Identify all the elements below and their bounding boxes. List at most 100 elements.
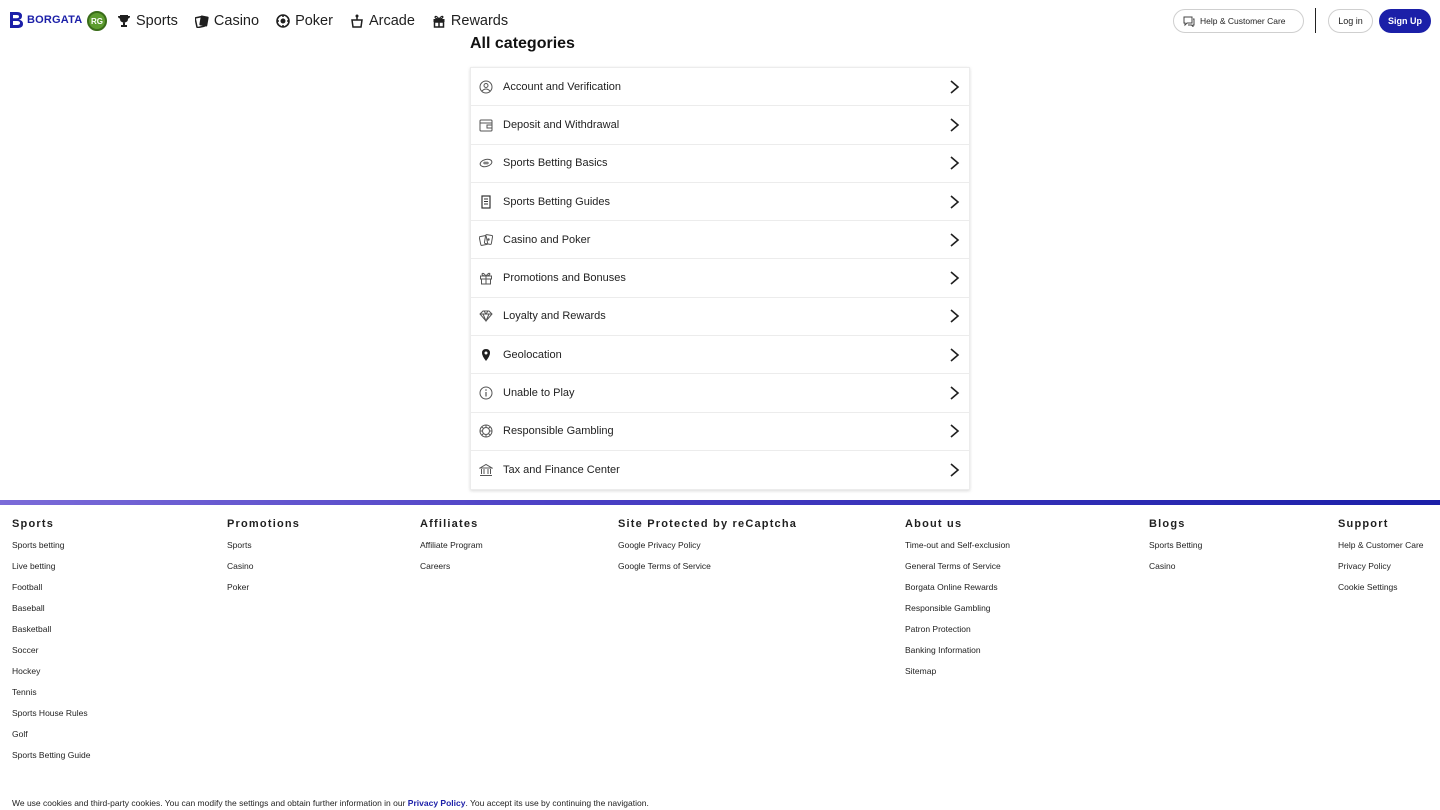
footer-link[interactable]: Golf — [12, 729, 90, 750]
footer-link[interactable]: Sports betting — [12, 540, 90, 561]
footer-column-about: About us Time-out and Self-exclusion Gen… — [905, 518, 1010, 687]
signup-button[interactable]: Sign Up — [1379, 9, 1431, 33]
footer-link[interactable]: Google Terms of Service — [618, 561, 797, 582]
chevron-right-icon — [950, 424, 960, 438]
category-deposit-withdrawal[interactable]: Deposit and Withdrawal — [471, 106, 969, 145]
footer-link[interactable]: Football — [12, 582, 90, 603]
footer-link[interactable]: General Terms of Service — [905, 561, 1010, 582]
chip-icon — [479, 424, 493, 438]
nav-label: Arcade — [368, 13, 415, 29]
footer-link[interactable]: Banking Information — [905, 645, 1010, 666]
chat-icon — [1183, 16, 1195, 27]
footer-link[interactable]: Careers — [420, 561, 483, 582]
cookie-text: We use cookies and third-party cookies. … — [12, 798, 408, 808]
category-list: Account and Verification Deposit and Wit… — [470, 67, 970, 491]
footer-column-recaptcha: Site Protected by reCaptcha Google Priva… — [618, 518, 797, 582]
category-label: Tax and Finance Center — [503, 464, 620, 477]
nav-label: Casino — [213, 13, 260, 29]
footer-link[interactable]: Casino — [227, 561, 300, 582]
footer-heading: Promotions — [227, 518, 301, 530]
bank-icon — [479, 463, 493, 477]
chevron-right-icon — [950, 80, 960, 94]
nav-label: Sports — [136, 13, 178, 29]
footer-link[interactable]: Privacy Policy — [1338, 561, 1424, 582]
diamond-icon — [479, 309, 493, 323]
footer-link[interactable]: Time-out and Self-exclusion — [905, 540, 1010, 561]
footer-link[interactable]: Hockey — [12, 666, 90, 687]
map-pin-icon — [479, 348, 493, 362]
footer-heading: Support — [1338, 518, 1389, 530]
chevron-right-icon — [950, 233, 960, 247]
footer-link[interactable]: Sports — [227, 540, 300, 561]
cookie-notice: We use cookies and third-party cookies. … — [12, 798, 649, 808]
football-icon — [479, 156, 493, 170]
footer-heading: Affiliates — [420, 518, 479, 530]
footer-link[interactable]: Borgata Online Rewards — [905, 582, 1010, 603]
footer-link[interactable]: Sports Betting — [1149, 540, 1202, 561]
chevron-right-icon — [950, 194, 960, 209]
nav-sports[interactable]: Sports — [117, 13, 178, 29]
footer-gradient-bar — [0, 500, 1440, 505]
category-unable-to-play[interactable]: Unable to Play — [471, 374, 969, 413]
arcade-icon — [351, 14, 363, 28]
footer-link[interactable]: Responsible Gambling — [905, 603, 1010, 624]
cards-icon — [194, 15, 209, 28]
page-title: All categories — [470, 35, 575, 52]
chevron-right-icon — [950, 348, 960, 362]
category-sports-betting-basics[interactable]: Sports Betting Basics — [471, 144, 969, 183]
wallet-icon — [479, 118, 493, 132]
footer-link[interactable]: Sports Betting Guide — [12, 750, 90, 771]
footer-link[interactable]: Baseball — [12, 603, 90, 624]
footer-link[interactable]: Cookie Settings — [1338, 582, 1424, 603]
footer-link[interactable]: Casino — [1149, 561, 1202, 582]
category-loyalty-rewards[interactable]: Loyalty and Rewards — [471, 297, 969, 337]
category-label: Account and Verification — [503, 80, 622, 93]
footer-link[interactable]: Sports House Rules — [12, 708, 90, 729]
footer-link[interactable]: Google Privacy Policy — [618, 540, 797, 561]
category-label: Unable to Play — [503, 387, 575, 400]
category-label: Casino and Poker — [503, 233, 591, 246]
category-sports-betting-guides[interactable]: Sports Betting Guides — [471, 182, 969, 222]
category-label: Loyalty and Rewards — [503, 310, 606, 323]
nav-casino[interactable]: Casino — [194, 13, 260, 29]
footer-link[interactable]: Tennis — [12, 687, 90, 708]
category-promotions-bonuses[interactable]: Promotions and Bonuses — [471, 259, 969, 298]
category-responsible-gambling[interactable]: Responsible Gambling — [471, 412, 969, 451]
category-label: Sports Betting Guides — [503, 195, 611, 208]
footer-link[interactable]: Poker — [227, 582, 300, 603]
help-customer-care-button[interactable]: Help & Customer Care — [1173, 9, 1304, 33]
chevron-right-icon — [950, 118, 960, 132]
footer-link[interactable]: Basketball — [12, 624, 90, 645]
category-label: Promotions and Bonuses — [503, 272, 626, 285]
category-label: Deposit and Withdrawal — [503, 118, 620, 131]
cards-icon — [479, 233, 493, 247]
user-circle-icon — [479, 80, 493, 94]
logo-text: BORGATA — [27, 14, 83, 26]
footer-column-support: Support Help & Customer Care Privacy Pol… — [1338, 518, 1424, 603]
category-label: Sports Betting Basics — [503, 157, 608, 170]
footer-link[interactable]: Help & Customer Care — [1338, 540, 1424, 561]
category-account-verification[interactable]: Account and Verification — [471, 68, 969, 107]
footer-link[interactable]: Sitemap — [905, 666, 1010, 687]
nav-arcade[interactable]: Arcade — [350, 13, 415, 29]
footer-link[interactable]: Patron Protection — [905, 624, 1010, 645]
category-casino-poker[interactable]: Casino and Poker — [471, 221, 969, 260]
borgata-logo[interactable]: BORGATA — [8, 11, 82, 29]
chevron-right-icon — [950, 386, 960, 400]
chevron-right-icon — [950, 271, 960, 285]
login-button[interactable]: Log in — [1328, 9, 1373, 33]
category-geolocation[interactable]: Geolocation — [471, 336, 969, 375]
nav-rewards[interactable]: Rewards — [432, 13, 508, 29]
document-icon — [479, 194, 493, 209]
privacy-policy-link[interactable]: Privacy Policy — [408, 798, 466, 808]
nav-poker[interactable]: Poker — [276, 13, 333, 29]
footer-link[interactable]: Soccer — [12, 645, 90, 666]
header-divider — [1315, 8, 1316, 33]
category-tax-finance-center[interactable]: Tax and Finance Center — [471, 450, 969, 490]
top-navigation-bar: BORGATA RG Sports Casino Poker Arcade Re… — [0, 0, 1440, 42]
footer-link[interactable]: Affiliate Program — [420, 540, 483, 561]
poker-chip-icon — [276, 14, 290, 28]
footer-column-blogs: Blogs Sports Betting Casino — [1149, 518, 1202, 582]
responsible-gaming-badge[interactable]: RG — [87, 11, 107, 31]
footer-link[interactable]: Live betting — [12, 561, 90, 582]
